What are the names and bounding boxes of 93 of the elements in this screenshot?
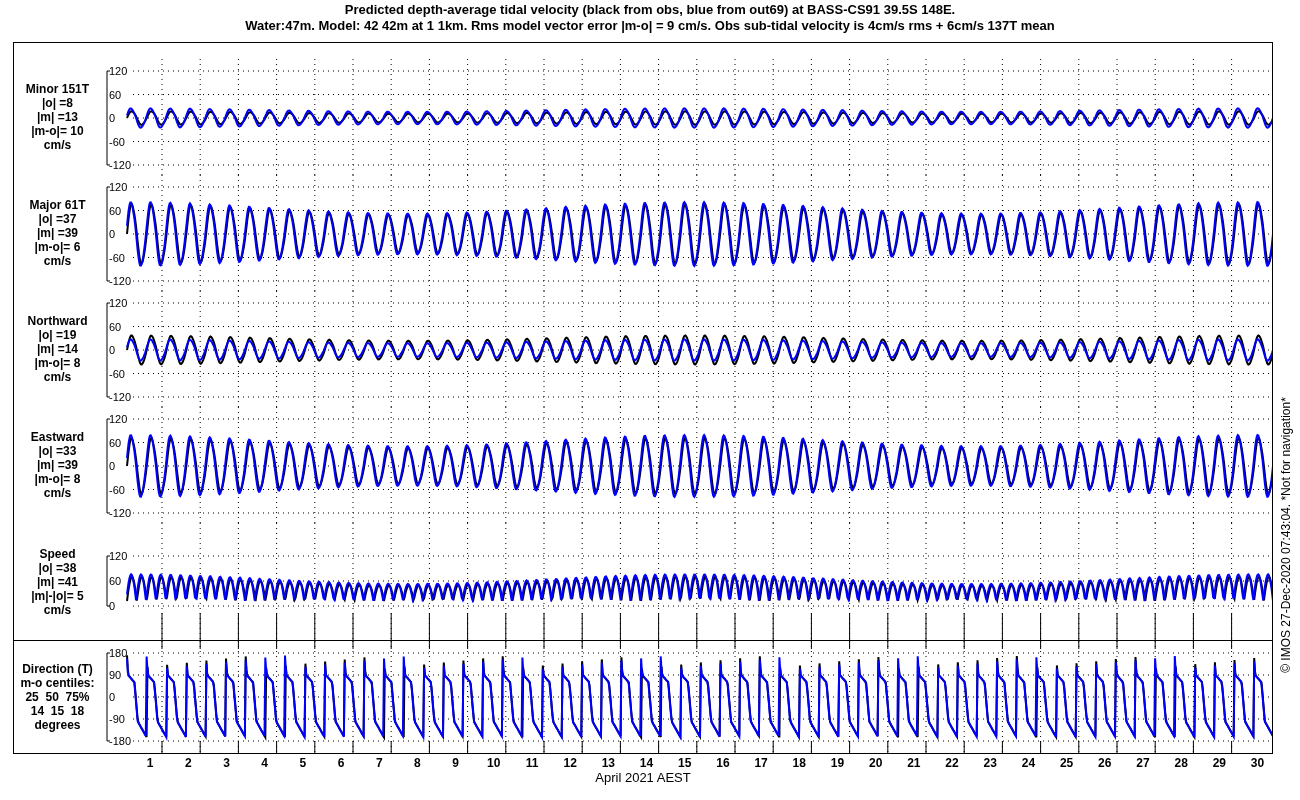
- stat-label: |o| =38: [38, 560, 77, 575]
- axis-tick-label: -120: [108, 159, 131, 171]
- axis-tick-label: 60: [108, 574, 122, 587]
- axis-tick-label: -120: [108, 391, 131, 403]
- axis-tick-label: 28: [1173, 756, 1189, 770]
- stat-label: Northward: [27, 314, 88, 328]
- axis-tick-label: 180: [108, 647, 128, 659]
- axis-tick-label: 120: [108, 65, 128, 77]
- stat-label: cm/s: [43, 254, 72, 268]
- y-axis-line: [106, 555, 111, 606]
- stat-label: Minor 151T: [25, 82, 90, 96]
- axis-tick-label: 60: [108, 436, 122, 449]
- axis-tick-label: 0: [108, 228, 116, 240]
- axis-tick-label: 8: [413, 756, 422, 770]
- axis-tick-label: -120: [108, 507, 131, 519]
- axis-tick-label: 13: [600, 756, 616, 770]
- stat-label: Direction (T): [22, 662, 93, 676]
- axis-tick-label: 10: [486, 756, 502, 770]
- axis-tick-label: 90: [108, 669, 122, 681]
- chart-title: Water:47m. Model: 42 42m at 1 1km. Rms model vector error |m-o| = 9 cm/s. Obs sub-tidal velocity is 4cm/s rms + 6cm/s 137T mean: [245, 18, 1055, 34]
- axis-tick-label: 1: [145, 756, 155, 770]
- axis-tick-label: 30: [1249, 756, 1266, 770]
- axis-tick-label: 0: [108, 460, 116, 472]
- stat-label: 14 15 18: [30, 704, 85, 718]
- axis-tick-label: 26: [1097, 756, 1113, 770]
- axis-tick-label: 120: [108, 549, 128, 562]
- stat-label: m-o centiles:: [20, 676, 95, 690]
- axis-tick-label: 60: [108, 88, 122, 101]
- axis-tick-label: -60: [108, 251, 125, 264]
- axis-tick-label: 29: [1211, 756, 1227, 770]
- axis-tick-label: 3: [222, 756, 231, 770]
- stat-label: cm/s: [43, 138, 72, 152]
- axis-tick-label: -60: [108, 135, 125, 148]
- axis-tick-label: 21: [906, 756, 922, 770]
- axis-tick-label: 9: [451, 756, 460, 770]
- axis-label: April 2021 AEST: [595, 770, 691, 786]
- axis-tick-label: 0: [108, 599, 116, 612]
- axis-tick-label: 22: [944, 756, 960, 770]
- stat-label: |m|-|o|= 5: [31, 588, 84, 603]
- axis-tick-label: 15: [677, 756, 693, 770]
- axis-tick-label: 23: [982, 756, 998, 770]
- axis-tick-label: 14: [638, 756, 655, 770]
- axis-tick-label: 24: [1020, 756, 1037, 770]
- axis-tick-label: -90: [108, 713, 125, 725]
- stat-label: cm/s: [43, 602, 72, 617]
- credit-text: © IMOS 27-Dec-2020 07:43:04. *Not for navigation*: [1278, 396, 1294, 675]
- stat-label: cm/s: [43, 486, 72, 500]
- stat-label: |m| =39: [36, 458, 78, 472]
- chart-title: Predicted depth-average tidal velocity (black from obs, blue from out69) at BASS-CS91 39.5S 148E.: [344, 2, 956, 18]
- axis-tick-label: 6: [336, 756, 346, 770]
- axis-tick-label: -60: [108, 367, 125, 380]
- stat-label: |m-o|= 6: [34, 240, 81, 254]
- stat-label: |m| =14: [36, 342, 78, 356]
- axis-tick-label: 25: [1058, 756, 1075, 770]
- axis-tick-label: 60: [108, 204, 122, 217]
- axis-tick-label: -120: [108, 275, 131, 287]
- stat-label: cm/s: [43, 370, 72, 384]
- axis-tick-label: 120: [108, 413, 128, 425]
- axis-tick-label: 19: [829, 756, 846, 770]
- axis-tick-label: 16: [715, 756, 731, 770]
- stat-label: |m-o|= 8: [34, 356, 81, 370]
- stat-label: |m| =41: [36, 574, 78, 589]
- stat-label: |o| =37: [38, 212, 77, 226]
- stat-label: |o| =8: [41, 96, 73, 110]
- axis-tick-label: 4: [260, 756, 269, 770]
- stat-label: |m| =13: [36, 110, 78, 124]
- axis-tick-label: -60: [108, 483, 125, 496]
- stat-label: |m-o|= 10: [31, 124, 84, 138]
- axis-tick-label: 20: [867, 756, 884, 770]
- stat-label: degrees: [34, 718, 81, 732]
- stat-label: Speed: [39, 546, 76, 561]
- stat-label: 25 50 75%: [25, 690, 90, 704]
- axis-tick-label: 2: [183, 756, 193, 770]
- axis-tick-label: 18: [791, 756, 807, 770]
- stat-label: |m| =39: [36, 226, 78, 240]
- axis-tick-label: 0: [108, 112, 116, 124]
- stat-label: |m-o|= 8: [34, 472, 81, 486]
- axis-tick-label: 120: [108, 181, 128, 193]
- axis-tick-label: -180: [108, 735, 131, 747]
- axis-tick-label: 5: [298, 756, 308, 770]
- stat-label: Eastward: [30, 430, 85, 444]
- axis-tick-label: 0: [108, 344, 116, 356]
- axis-tick-label: 12: [562, 756, 578, 770]
- axis-tick-label: 60: [108, 320, 122, 333]
- axis-tick-label: 0: [108, 691, 116, 703]
- axis-tick-label: 17: [753, 756, 769, 770]
- axis-tick-label: 120: [108, 297, 128, 309]
- stat-label: |o| =33: [38, 444, 77, 458]
- axis-tick-label: 7: [374, 756, 384, 770]
- stat-label: Major 61T: [29, 198, 86, 212]
- axis-tick-label: 27: [1135, 756, 1151, 770]
- stat-label: |o| =19: [38, 328, 77, 342]
- axis-tick-label: 11: [524, 756, 540, 770]
